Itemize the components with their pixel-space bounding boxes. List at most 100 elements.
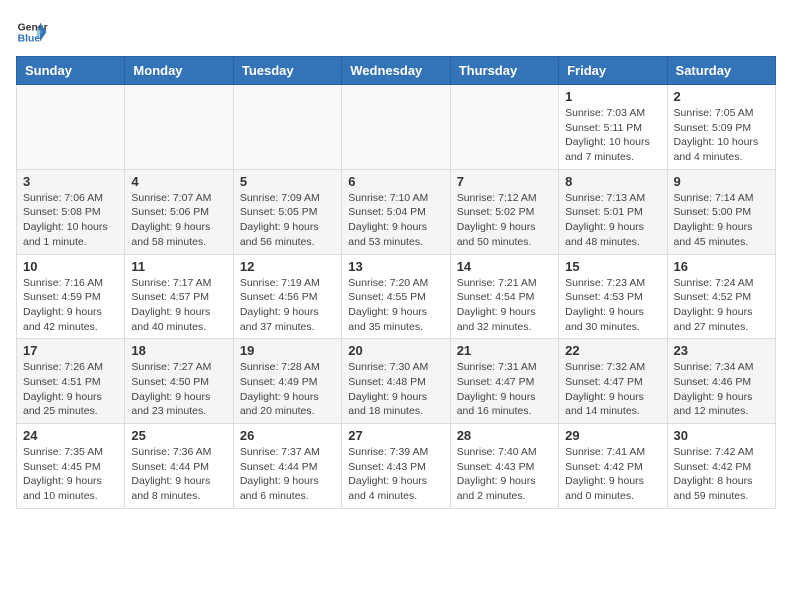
day-number: 30 bbox=[674, 428, 769, 443]
day-number: 25 bbox=[131, 428, 226, 443]
calendar-cell: 13 Sunrise: 7:20 AM Sunset: 4:55 PM Dayli… bbox=[342, 254, 450, 339]
day-info: Sunrise: 7:09 AM Sunset: 5:05 PM Dayligh… bbox=[240, 191, 335, 250]
day-info: Sunrise: 7:28 AM Sunset: 4:49 PM Dayligh… bbox=[240, 360, 335, 419]
calendar-cell: 23 Sunrise: 7:34 AM Sunset: 4:46 PM Dayli… bbox=[667, 339, 775, 424]
day-info: Sunrise: 7:39 AM Sunset: 4:43 PM Dayligh… bbox=[348, 445, 443, 504]
day-number: 28 bbox=[457, 428, 552, 443]
calendar-cell: 21Sunrise: 7:31 AM Sunset: 4:47 PM Dayli… bbox=[450, 339, 558, 424]
day-number: 8 bbox=[565, 174, 660, 189]
day-info: Sunrise: 7:34 AM Sunset: 4:46 PM Dayligh… bbox=[674, 360, 769, 419]
calendar-cell: 10 Sunrise: 7:16 AM Sunset: 4:59 PM Dayli… bbox=[17, 254, 125, 339]
calendar-cell: 11 Sunrise: 7:17 AM Sunset: 4:57 PM Dayli… bbox=[125, 254, 233, 339]
day-number: 22 bbox=[565, 343, 660, 358]
day-info: Sunrise: 7:13 AM Sunset: 5:01 PM Dayligh… bbox=[565, 191, 660, 250]
day-info: Sunrise: 7:36 AM Sunset: 4:44 PM Dayligh… bbox=[131, 445, 226, 504]
day-info: Sunrise: 7:17 AM Sunset: 4:57 PM Dayligh… bbox=[131, 276, 226, 335]
day-number: 11 bbox=[131, 259, 226, 274]
day-header-monday: Monday bbox=[125, 57, 233, 85]
calendar-cell: 9 Sunrise: 7:14 AM Sunset: 5:00 PM Daylig… bbox=[667, 169, 775, 254]
day-header-saturday: Saturday bbox=[667, 57, 775, 85]
calendar-cell: 4 Sunrise: 7:07 AM Sunset: 5:06 PM Daylig… bbox=[125, 169, 233, 254]
day-info: Sunrise: 7:10 AM Sunset: 5:04 PM Dayligh… bbox=[348, 191, 443, 250]
calendar-cell: 24Sunrise: 7:35 AM Sunset: 4:45 PM Dayli… bbox=[17, 424, 125, 509]
day-info: Sunrise: 7:20 AM Sunset: 4:55 PM Dayligh… bbox=[348, 276, 443, 335]
calendar-cell: 27 Sunrise: 7:39 AM Sunset: 4:43 PM Dayli… bbox=[342, 424, 450, 509]
day-number: 3 bbox=[23, 174, 118, 189]
logo-icon: General Blue bbox=[16, 16, 48, 48]
day-number: 4 bbox=[131, 174, 226, 189]
calendar-week-5: 24Sunrise: 7:35 AM Sunset: 4:45 PM Dayli… bbox=[17, 424, 776, 509]
calendar-cell: 17 Sunrise: 7:26 AM Sunset: 4:51 PM Dayli… bbox=[17, 339, 125, 424]
day-number: 18 bbox=[131, 343, 226, 358]
day-info: Sunrise: 7:06 AM Sunset: 5:08 PM Dayligh… bbox=[23, 191, 118, 250]
day-number: 15 bbox=[565, 259, 660, 274]
calendar-cell: 1Sunrise: 7:03 AM Sunset: 5:11 PM Daylig… bbox=[559, 85, 667, 170]
day-number: 10 bbox=[23, 259, 118, 274]
day-number: 9 bbox=[674, 174, 769, 189]
day-info: Sunrise: 7:23 AM Sunset: 4:53 PM Dayligh… bbox=[565, 276, 660, 335]
calendar-cell: 18 Sunrise: 7:27 AM Sunset: 4:50 PM Dayli… bbox=[125, 339, 233, 424]
day-info: Sunrise: 7:07 AM Sunset: 5:06 PM Dayligh… bbox=[131, 191, 226, 250]
calendar-cell bbox=[125, 85, 233, 170]
day-number: 24 bbox=[23, 428, 118, 443]
day-info: Sunrise: 7:21 AM Sunset: 4:54 PM Dayligh… bbox=[457, 276, 552, 335]
calendar: SundayMondayTuesdayWednesdayThursdayFrid… bbox=[16, 56, 776, 509]
day-info: Sunrise: 7:30 AM Sunset: 4:48 PM Dayligh… bbox=[348, 360, 443, 419]
day-number: 23 bbox=[674, 343, 769, 358]
day-info: Sunrise: 7:26 AM Sunset: 4:51 PM Dayligh… bbox=[23, 360, 118, 419]
day-number: 5 bbox=[240, 174, 335, 189]
calendar-cell: 6 Sunrise: 7:10 AM Sunset: 5:04 PM Daylig… bbox=[342, 169, 450, 254]
calendar-cell: 15 Sunrise: 7:23 AM Sunset: 4:53 PM Dayli… bbox=[559, 254, 667, 339]
day-info: Sunrise: 7:24 AM Sunset: 4:52 PM Dayligh… bbox=[674, 276, 769, 335]
day-info: Sunrise: 7:12 AM Sunset: 5:02 PM Dayligh… bbox=[457, 191, 552, 250]
calendar-cell: 22 Sunrise: 7:32 AM Sunset: 4:47 PM Dayli… bbox=[559, 339, 667, 424]
calendar-cell: 14 Sunrise: 7:21 AM Sunset: 4:54 PM Dayli… bbox=[450, 254, 558, 339]
day-number: 14 bbox=[457, 259, 552, 274]
day-number: 12 bbox=[240, 259, 335, 274]
day-info: Sunrise: 7:14 AM Sunset: 5:00 PM Dayligh… bbox=[674, 191, 769, 250]
calendar-week-1: 1Sunrise: 7:03 AM Sunset: 5:11 PM Daylig… bbox=[17, 85, 776, 170]
day-info: Sunrise: 7:27 AM Sunset: 4:50 PM Dayligh… bbox=[131, 360, 226, 419]
day-number: 13 bbox=[348, 259, 443, 274]
day-number: 6 bbox=[348, 174, 443, 189]
day-number: 19 bbox=[240, 343, 335, 358]
calendar-cell: 8 Sunrise: 7:13 AM Sunset: 5:01 PM Daylig… bbox=[559, 169, 667, 254]
day-number: 29 bbox=[565, 428, 660, 443]
logo: General Blue bbox=[16, 16, 52, 48]
day-number: 27 bbox=[348, 428, 443, 443]
day-info: Sunrise: 7:31 AM Sunset: 4:47 PM Dayligh… bbox=[457, 360, 552, 419]
day-info: Sunrise: 7:41 AM Sunset: 4:42 PM Dayligh… bbox=[565, 445, 660, 504]
day-info: Sunrise: 7:05 AM Sunset: 5:09 PM Dayligh… bbox=[674, 106, 769, 165]
calendar-week-4: 17 Sunrise: 7:26 AM Sunset: 4:51 PM Dayli… bbox=[17, 339, 776, 424]
calendar-week-3: 10 Sunrise: 7:16 AM Sunset: 4:59 PM Dayli… bbox=[17, 254, 776, 339]
day-header-wednesday: Wednesday bbox=[342, 57, 450, 85]
calendar-cell bbox=[342, 85, 450, 170]
calendar-cell: 26 Sunrise: 7:37 AM Sunset: 4:44 PM Dayli… bbox=[233, 424, 341, 509]
calendar-cell: 29 Sunrise: 7:41 AM Sunset: 4:42 PM Dayli… bbox=[559, 424, 667, 509]
calendar-cell: 16 Sunrise: 7:24 AM Sunset: 4:52 PM Dayli… bbox=[667, 254, 775, 339]
day-header-tuesday: Tuesday bbox=[233, 57, 341, 85]
calendar-cell bbox=[450, 85, 558, 170]
day-number: 17 bbox=[23, 343, 118, 358]
calendar-cell: 28Sunrise: 7:40 AM Sunset: 4:43 PM Dayli… bbox=[450, 424, 558, 509]
day-info: Sunrise: 7:16 AM Sunset: 4:59 PM Dayligh… bbox=[23, 276, 118, 335]
calendar-cell: 5 Sunrise: 7:09 AM Sunset: 5:05 PM Daylig… bbox=[233, 169, 341, 254]
day-info: Sunrise: 7:32 AM Sunset: 4:47 PM Dayligh… bbox=[565, 360, 660, 419]
day-number: 7 bbox=[457, 174, 552, 189]
day-header-thursday: Thursday bbox=[450, 57, 558, 85]
calendar-cell bbox=[17, 85, 125, 170]
day-info: Sunrise: 7:42 AM Sunset: 4:42 PM Dayligh… bbox=[674, 445, 769, 504]
day-number: 16 bbox=[674, 259, 769, 274]
calendar-cell: 19 Sunrise: 7:28 AM Sunset: 4:49 PM Dayli… bbox=[233, 339, 341, 424]
calendar-cell: 20Sunrise: 7:30 AM Sunset: 4:48 PM Dayli… bbox=[342, 339, 450, 424]
calendar-cell: 25 Sunrise: 7:36 AM Sunset: 4:44 PM Dayli… bbox=[125, 424, 233, 509]
calendar-cell: 7 Sunrise: 7:12 AM Sunset: 5:02 PM Daylig… bbox=[450, 169, 558, 254]
calendar-cell bbox=[233, 85, 341, 170]
day-info: Sunrise: 7:37 AM Sunset: 4:44 PM Dayligh… bbox=[240, 445, 335, 504]
calendar-week-2: 3 Sunrise: 7:06 AM Sunset: 5:08 PM Daylig… bbox=[17, 169, 776, 254]
day-header-friday: Friday bbox=[559, 57, 667, 85]
day-number: 26 bbox=[240, 428, 335, 443]
day-info: Sunrise: 7:03 AM Sunset: 5:11 PM Dayligh… bbox=[565, 106, 660, 165]
calendar-cell: 12 Sunrise: 7:19 AM Sunset: 4:56 PM Dayli… bbox=[233, 254, 341, 339]
day-info: Sunrise: 7:19 AM Sunset: 4:56 PM Dayligh… bbox=[240, 276, 335, 335]
